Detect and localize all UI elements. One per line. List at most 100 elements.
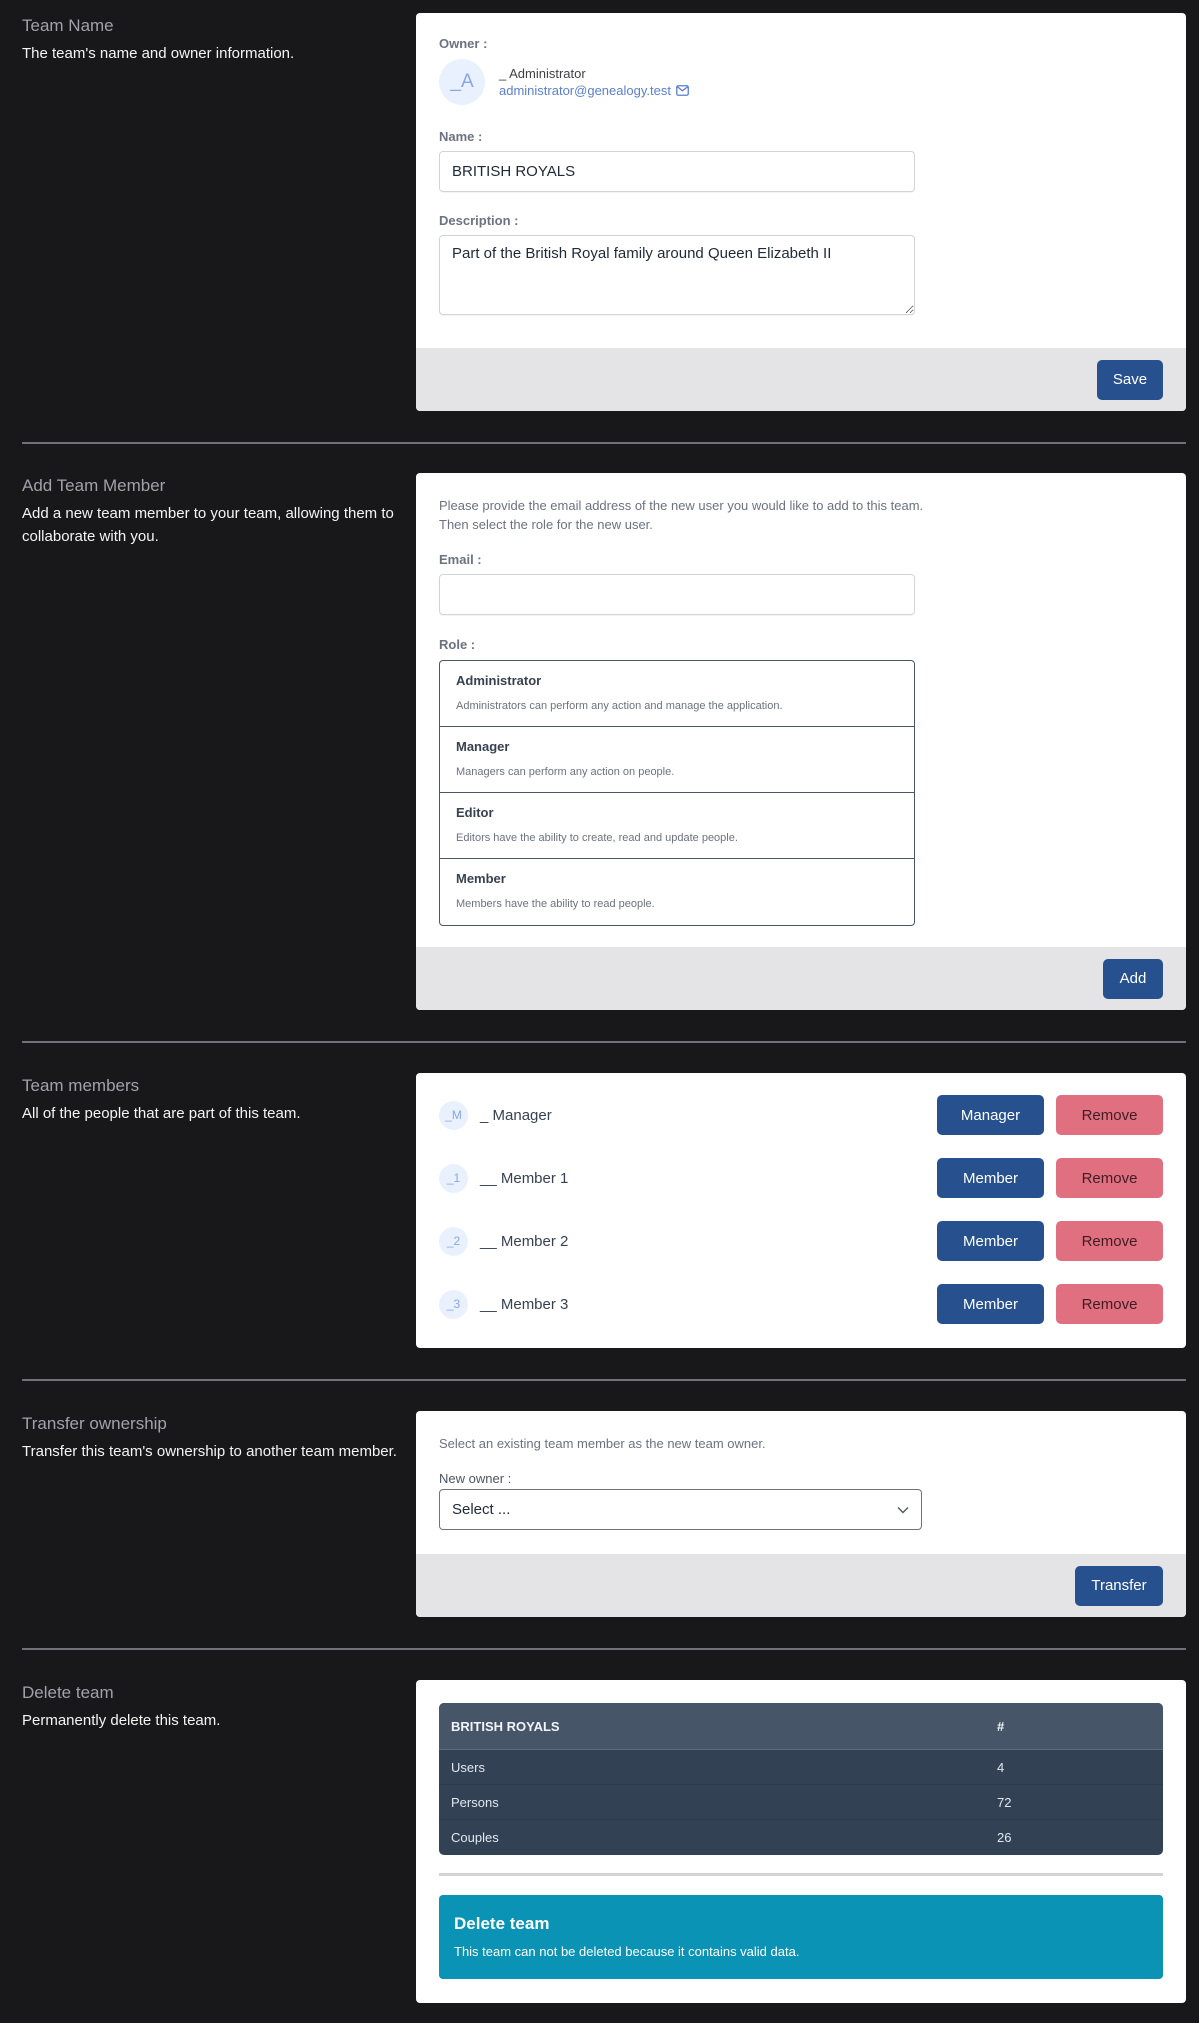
description-label: Description :: [439, 213, 519, 228]
email-input[interactable]: [439, 574, 915, 615]
alert-text: This team can not be deleted because it …: [454, 1944, 800, 1959]
alert-title: Delete team: [454, 1914, 550, 1933]
member-avatar: _1: [439, 1163, 468, 1193]
new-owner-select[interactable]: Select ...: [439, 1489, 922, 1530]
remove-member-button[interactable]: Remove: [1056, 1284, 1163, 1324]
section-description: All of the people that are part of this …: [22, 1105, 301, 1122]
table-row: Persons 72: [439, 1785, 1163, 1820]
team-name-card-footer: Save: [416, 348, 1186, 411]
table-header-team: BRITISH ROYALS: [451, 1718, 560, 1734]
remove-member-button[interactable]: Remove: [1056, 1158, 1163, 1198]
add-member-card: Please provide the email address of the …: [416, 473, 1186, 1010]
section-divider: [22, 1041, 1186, 1043]
table-header: BRITISH ROYALS #: [439, 1703, 1163, 1750]
role-description: Editors have the ability to create, read…: [456, 832, 738, 844]
member-row: _2 __ Member 2 Member Remove: [439, 1221, 1163, 1261]
role-label: Role :: [439, 637, 476, 652]
delete-side: Delete team Permanently delete this team…: [22, 1682, 402, 1732]
member-role-button[interactable]: Member: [937, 1221, 1044, 1261]
member-name: __ Member 3: [480, 1295, 569, 1313]
transfer-card-footer: Transfer: [416, 1554, 1186, 1617]
owner-email-link[interactable]: administrator@genealogy.test: [499, 82, 671, 99]
role-name: Administrator: [456, 673, 542, 688]
member-row: _1 __ Member 1 Member Remove: [439, 1158, 1163, 1198]
section-description: Add a new team member to your team, allo…: [22, 505, 394, 545]
role-name: Member: [456, 871, 506, 886]
member-role-button[interactable]: Member: [937, 1158, 1044, 1198]
add-member-hint-line2: Then select the role for the new user.: [439, 517, 653, 532]
table-cell-label: Users: [451, 1759, 485, 1775]
member-avatar: _3: [439, 1289, 468, 1319]
table-header-count: #: [997, 1718, 1005, 1734]
table-cell-count: 4: [997, 1759, 1005, 1775]
section-divider: [22, 1648, 1186, 1650]
table-cell-label: Couples: [451, 1830, 499, 1845]
table-cell-count: 26: [997, 1830, 1012, 1845]
team-name-side: Team Name The team's name and owner info…: [22, 15, 402, 65]
team-members-card: _M _ Manager Manager Remove _1 __ Member…: [416, 1073, 1186, 1348]
section-description: The team's name and owner information.: [22, 45, 295, 62]
role-description: Managers can perform any action on peopl…: [456, 766, 675, 778]
mail-icon: [676, 85, 689, 96]
chevron-down-icon: [897, 1506, 909, 1514]
role-name: Editor: [456, 805, 494, 820]
table-row: Couples 26: [439, 1820, 1163, 1855]
select-value: Select ...: [452, 1501, 511, 1518]
section-title: Team Name: [22, 16, 114, 35]
remove-member-button[interactable]: Remove: [1056, 1095, 1163, 1135]
table-row: Users 4: [439, 1750, 1163, 1785]
section-divider: [22, 1379, 1186, 1381]
remove-member-button[interactable]: Remove: [1056, 1221, 1163, 1261]
section-description: Permanently delete this team.: [22, 1712, 221, 1729]
team-stats-table: BRITISH ROYALS # Users 4 Persons 72 Coup…: [439, 1703, 1163, 1855]
member-avatar: _2: [439, 1226, 468, 1256]
transfer-hint: Select an existing team member as the ne…: [439, 1436, 766, 1451]
member-role-button[interactable]: Manager: [937, 1095, 1044, 1135]
member-name: __ Member 1: [480, 1169, 569, 1187]
member-role-button[interactable]: Member: [937, 1284, 1044, 1324]
member-row: _3 __ Member 3 Member Remove: [439, 1284, 1163, 1324]
delete-team-section: Delete team Permanently delete this team…: [0, 1667, 1199, 2023]
member-name: __ Member 2: [480, 1232, 569, 1250]
new-owner-label: New owner :: [439, 1471, 512, 1486]
owner-avatar: _A: [439, 59, 485, 105]
section-title: Transfer ownership: [22, 1414, 167, 1433]
role-description: Members have the ability to read people.: [456, 898, 655, 910]
role-option-editor[interactable]: Editor Editors have the ability to creat…: [440, 793, 914, 859]
transfer-side: Transfer ownership Transfer this team's …: [22, 1413, 402, 1463]
role-name: Manager: [456, 739, 510, 754]
role-option-administrator[interactable]: Administrator Administrators can perform…: [440, 661, 914, 727]
section-title: Team members: [22, 1076, 140, 1095]
owner-info: _A _ Administrator administrator@genealo…: [439, 59, 1163, 105]
section-title: Add Team Member: [22, 476, 166, 495]
team-name-section: Team Name The team's name and owner info…: [0, 0, 1199, 430]
delete-info-alert: Delete team This team can not be deleted…: [439, 1895, 1163, 1979]
add-member-hint-line1: Please provide the email address of the …: [439, 498, 924, 513]
team-description-input[interactable]: Part of the British Royal family around …: [439, 235, 915, 315]
section-description: Transfer this team's ownership to anothe…: [22, 1443, 397, 1460]
team-name-input[interactable]: [439, 151, 915, 192]
transfer-ownership-section: Transfer ownership Transfer this team's …: [0, 1398, 1199, 1628]
name-label: Name :: [439, 129, 483, 144]
transfer-button[interactable]: Transfer: [1075, 1565, 1163, 1606]
member-avatar: _M: [439, 1100, 468, 1130]
save-button[interactable]: Save: [1097, 359, 1163, 400]
team-members-section: Team members All of the people that are …: [0, 1060, 1199, 1360]
team-members-side: Team members All of the people that are …: [22, 1075, 402, 1125]
role-option-member[interactable]: Member Members have the ability to read …: [440, 859, 914, 925]
delete-card: BRITISH ROYALS # Users 4 Persons 72 Coup…: [416, 1680, 1186, 2003]
add-member-section: Add Team Member Add a new team member to…: [0, 460, 1199, 1020]
member-name: _ Manager: [480, 1106, 552, 1124]
transfer-card: Select an existing team member as the ne…: [416, 1411, 1186, 1617]
add-member-card-footer: Add: [416, 947, 1186, 1010]
role-list: Administrator Administrators can perform…: [439, 660, 915, 926]
section-divider: [22, 442, 1186, 444]
member-row: _M _ Manager Manager Remove: [439, 1095, 1163, 1135]
add-button[interactable]: Add: [1103, 958, 1163, 999]
role-option-manager[interactable]: Manager Managers can perform any action …: [440, 727, 914, 793]
table-cell-label: Persons: [451, 1794, 499, 1810]
role-description: Administrators can perform any action an…: [456, 700, 783, 712]
owner-label: Owner :: [439, 36, 488, 51]
table-cell-count: 72: [997, 1794, 1012, 1810]
owner-name: _ Administrator: [499, 66, 586, 81]
